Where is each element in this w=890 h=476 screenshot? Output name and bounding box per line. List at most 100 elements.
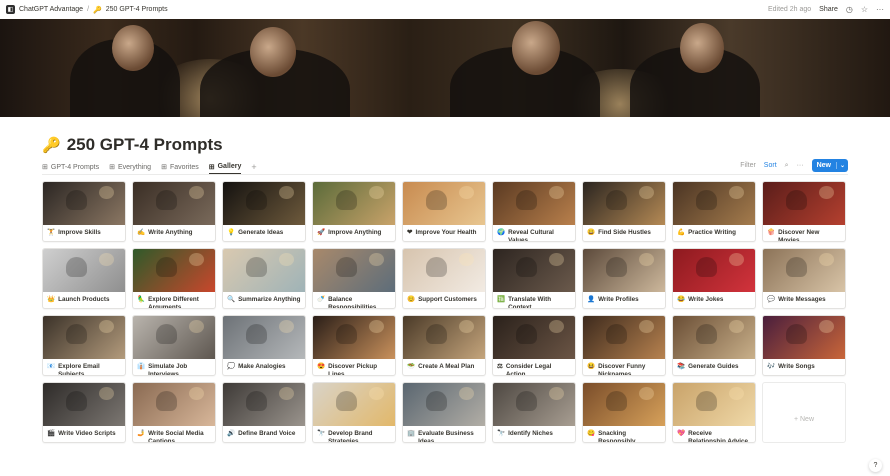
card-title-text: Develop Brand Strategies: [328, 430, 373, 443]
gallery-card[interactable]: ❤ Improve Your Health: [402, 181, 486, 242]
chevron-down-icon[interactable]: ⌄: [835, 162, 848, 169]
card-title-text: Identify Niches: [508, 430, 553, 437]
card-title-text: Explore Email Subjects: [58, 363, 100, 376]
gallery-card[interactable]: 😆 Discover Funny Nicknames: [582, 315, 666, 376]
star-icon[interactable]: ☆: [861, 5, 868, 14]
tab-favorites[interactable]: ⊞ Favorites: [161, 160, 199, 174]
tab-gpt4-prompts[interactable]: ⊞ GPT-4 Prompts: [42, 160, 99, 174]
card-title-text: Launch Products: [58, 296, 110, 303]
card-emoji-icon: 🌍: [497, 229, 506, 236]
gallery-card[interactable]: 🍼 Balance Responsibilities: [312, 248, 396, 309]
card-title-text: Balance Responsibilities: [328, 296, 377, 309]
card-emoji-icon: 🤳: [137, 430, 146, 437]
gallery-card[interactable]: 🏋 Improve Skills: [42, 181, 126, 242]
breadcrumb-workspace[interactable]: ChatGPT Advantage: [19, 6, 83, 13]
card-title-text: Reveal Cultural Values: [508, 229, 554, 242]
card-title: 👔 Simulate Job Interviews: [133, 359, 215, 376]
card-title-text: Discover Pickup Lines: [328, 363, 378, 376]
card-title: 🤳 Write Social Media Captions: [133, 426, 215, 442]
card-title-text: Simulate Job Interviews: [148, 363, 188, 376]
gallery-card[interactable]: 🔭 Identify Niches: [492, 382, 576, 443]
add-view-button[interactable]: +: [251, 162, 256, 172]
database-actions: Filter Sort ⌕ ··· New ⌄: [740, 159, 848, 172]
gallery-card[interactable]: 🍿 Discover New Movies: [762, 181, 846, 242]
gallery-card[interactable]: 👑 Launch Products: [42, 248, 126, 309]
card-title-text: Receive Relationship Advice: [688, 430, 749, 443]
card-title: 📧 Explore Email Subjects: [43, 359, 125, 376]
filter-button[interactable]: Filter: [740, 162, 756, 169]
workspace-icon[interactable]: ◧: [6, 5, 15, 14]
card-title: 😂 Write Jokes: [673, 292, 755, 304]
card-emoji-icon: 🏢: [407, 430, 416, 437]
gallery-card[interactable]: 🔭 Develop Brand Strategies: [312, 382, 396, 443]
card-title-text: Write Profiles: [598, 296, 639, 303]
gallery-card[interactable]: 📧 Explore Email Subjects: [42, 315, 126, 376]
card-emoji-icon: 🏋: [47, 229, 56, 236]
card-emoji-icon: 💖: [677, 430, 686, 437]
tab-label: GPT-4 Prompts: [50, 163, 100, 171]
gallery-card[interactable]: 🥗 Create A Meal Plan: [402, 315, 486, 376]
gallery-card[interactable]: ⚖ Consider Legal Action: [492, 315, 576, 376]
gallery-card[interactable]: 💭 Make Analogies: [222, 315, 306, 376]
card-emoji-icon: 😊: [407, 296, 416, 303]
gallery-card[interactable]: 👤 Write Profiles: [582, 248, 666, 309]
card-cover-image: [223, 182, 305, 225]
card-title: 👑 Launch Products: [43, 292, 125, 304]
more-icon[interactable]: ···: [876, 5, 884, 14]
gallery-card[interactable]: 🏢 Evaluate Business Ideas: [402, 382, 486, 443]
gallery-card[interactable]: 💡 Generate Ideas: [222, 181, 306, 242]
gallery-card[interactable]: 🔊 Define Brand Voice: [222, 382, 306, 443]
gallery-card[interactable]: 😋 Snacking Responsibly: [582, 382, 666, 443]
gallery-card[interactable]: 💖 Receive Relationship Advice: [672, 382, 756, 443]
gallery-card[interactable]: 😍 Discover Pickup Lines: [312, 315, 396, 376]
gallery-card[interactable]: ✍ Write Anything: [132, 181, 216, 242]
sort-button[interactable]: Sort: [764, 162, 777, 169]
gallery-card[interactable]: 🈯 Translate With Context: [492, 248, 576, 309]
help-button[interactable]: ?: [869, 459, 882, 472]
topbar-actions: Edited 2h ago Share ◷ ☆ ···: [768, 5, 884, 14]
new-button[interactable]: New ⌄: [811, 159, 848, 172]
gallery-card[interactable]: 🚀 Improve Anything: [312, 181, 396, 242]
card-title: 💖 Receive Relationship Advice: [673, 426, 755, 443]
card-title: 😀 Find Side Hustles: [583, 225, 665, 237]
card-title-text: Support Customers: [418, 296, 477, 303]
gallery-card[interactable]: 🤳 Write Social Media Captions: [132, 382, 216, 443]
gallery-card[interactable]: 👔 Simulate Job Interviews: [132, 315, 216, 376]
gallery-icon: ⊞: [208, 163, 215, 171]
table-icon: ⊞: [161, 164, 167, 171]
more-icon[interactable]: ···: [797, 162, 804, 169]
card-title: 🔭 Develop Brand Strategies: [313, 426, 395, 443]
tab-gallery[interactable]: ⊞ Gallery: [208, 160, 242, 174]
card-cover-image: [43, 316, 125, 359]
search-icon[interactable]: ⌕: [785, 162, 789, 170]
gallery-card[interactable]: 💬 Write Messages: [762, 248, 846, 309]
card-cover-image: [313, 316, 395, 359]
page-title-text[interactable]: 250 GPT-4 Prompts: [67, 135, 223, 155]
gallery-card[interactable]: 😀 Find Side Hustles: [582, 181, 666, 242]
tab-everything[interactable]: ⊞ Everything: [109, 160, 151, 174]
gallery-card[interactable]: 😊 Support Customers: [402, 248, 486, 309]
share-button[interactable]: Share: [819, 6, 838, 13]
gallery-card[interactable]: 🎬 Write Video Scripts: [42, 382, 126, 443]
breadcrumb-page[interactable]: 250 GPT-4 Prompts: [106, 6, 168, 13]
gallery-card[interactable]: 😂 Write Jokes: [672, 248, 756, 309]
card-cover-image: [673, 383, 755, 426]
card-emoji-icon: 🈯: [497, 296, 506, 303]
card-cover-image: [403, 182, 485, 225]
gallery-card[interactable]: 🌍 Reveal Cultural Values: [492, 181, 576, 242]
gallery-card[interactable]: 📚 Generate Guides: [672, 315, 756, 376]
card-cover-image: [403, 383, 485, 426]
gallery-card[interactable]: 🦜 Explore Different Arguments: [132, 248, 216, 309]
gallery-card[interactable]: 💪 Practice Writing: [672, 181, 756, 242]
card-title-text: Find Side Hustles: [598, 229, 651, 236]
clock-icon[interactable]: ◷: [846, 5, 853, 14]
gallery-card[interactable]: 🎶 Write Songs: [762, 315, 846, 376]
gallery-card[interactable]: 🔍 Summarize Anything: [222, 248, 306, 309]
gallery-grid: 🏋 Improve Skills ✍ Write Anything 💡 Generate …: [42, 181, 848, 443]
card-cover-image: [133, 383, 215, 426]
card-cover-image: [583, 383, 665, 426]
new-button-label: New: [816, 162, 831, 169]
add-card-button[interactable]: + New: [762, 382, 846, 443]
card-emoji-icon: 👔: [137, 363, 146, 370]
card-title-text: Generate Ideas: [238, 229, 284, 236]
